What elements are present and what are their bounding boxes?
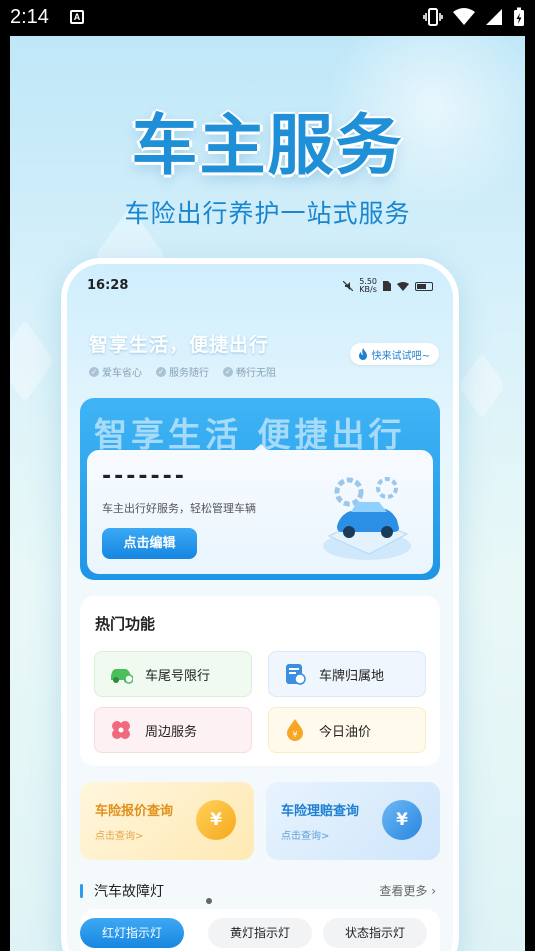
flame-icon [358,348,367,360]
car-illustration-icon [323,477,411,560]
insurance-quote-title: 车险报价查询 [95,804,174,819]
background-cube [10,319,55,403]
vehicle-banner: 智享生活 便捷出行 ------- 车主出行好服务，轻松管理车辆 点击编辑 [80,398,440,580]
function-nearby-services[interactable]: 周边服务 [94,707,252,753]
tab-red-lights[interactable]: 红灯指示灯 [80,918,184,948]
svg-text:¥: ¥ [292,730,297,739]
vehicle-card-desc: 车主出行好服务，轻松管理车辆 [102,502,256,515]
yen-coin-icon: ¥ [196,800,236,840]
background-cube [458,352,506,420]
oil-drop-icon: ¥ [283,718,307,742]
notification-a-icon: A [70,10,84,24]
chevron-right-icon: › [431,884,436,898]
tag-item: ✓ 服务随行 [156,364,209,379]
wifi-icon [453,8,475,25]
system-status-bar: 2:14 A [0,0,535,36]
phone-mockup: 16:28 5.50 KB/s 智享生活，便捷出行 快来试试吧~ ✓ 爱车省心 ✓ 服… [61,258,459,951]
tag-item: ✓ 畅行无阻 [223,364,276,379]
plate-icon [283,662,307,686]
header-slogan: 智享生活，便捷出行 [89,334,270,356]
fault-light-tabs: 红灯指示灯 黄灯指示灯 状态指示灯 [80,909,440,951]
insurance-claim-sub: 点击查询> [281,831,330,842]
network-speed: 5.50 KB/s [359,277,377,294]
check-icon: ✓ [223,366,233,377]
hero-title: 车主服务 [131,107,404,184]
function-label: 车尾号限行 [145,668,211,684]
inner-time: 16:28 [87,278,129,293]
car-icon [109,662,133,686]
pager-dot [206,898,212,904]
check-icon: ✓ [89,366,99,377]
signal-icon [486,9,502,25]
try-now-label: 快来试试吧~ [371,350,430,362]
function-plate-restriction[interactable]: 车尾号限行 [94,651,252,697]
banner-watermark: 智享生活 便捷出行 [94,415,406,454]
license-plate: ------- [102,464,187,489]
try-now-button[interactable]: 快来试试吧~ [349,343,439,365]
inner-status-bar: 16:28 5.50 KB/s [87,278,433,298]
fault-lights-header: 汽车故障灯 查看更多 › [80,876,440,906]
check-icon: ✓ [156,366,166,377]
promo-page: 车主服务 车险出行养护一站式服务 16:28 5.50 KB/s 智享生活，便捷出… [10,36,525,951]
tab-yellow-lights[interactable]: 黄灯指示灯 [208,918,312,948]
inner-wifi-icon [397,281,409,291]
section-accent-bar [80,884,83,898]
fault-lights-title: 汽车故障灯 [94,884,164,900]
system-time: 2:14 [10,6,49,28]
insurance-quote-card[interactable]: 车险报价查询 点击查询> ¥ [80,782,254,860]
edit-vehicle-button[interactable]: 点击编辑 [102,528,197,559]
insurance-quote-sub: 点击查询> [95,831,144,842]
tag-item: ✓ 爱车省心 [89,364,142,379]
vibrate-icon [423,8,443,26]
function-oil-price[interactable]: ¥ 今日油价 [268,707,426,753]
function-label: 周边服务 [145,724,198,740]
function-label: 今日油价 [319,724,372,740]
function-label: 车牌归属地 [319,668,385,684]
phone-screen: 16:28 5.50 KB/s 智享生活，便捷出行 快来试试吧~ ✓ 爱车省心 ✓ 服… [67,264,453,951]
sim-icon [383,281,391,291]
view-more-link[interactable]: 查看更多 › [379,882,436,899]
insurance-claim-title: 车险理赔查询 [281,804,360,819]
hero-subtitle: 车险出行养护一站式服务 [124,199,411,228]
system-indicators [423,7,525,27]
feature-tags: ✓ 爱车省心 ✓ 服务随行 ✓ 畅行无阻 [89,364,276,379]
hot-functions-title: 热门功能 [95,615,156,633]
inner-indicators: 5.50 KB/s [343,278,433,294]
mute-icon [343,281,354,291]
insurance-claim-card[interactable]: 车险理赔查询 点击查询> ¥ [266,782,440,860]
tab-status-lights[interactable]: 状态指示灯 [323,918,427,948]
hot-functions-panel: 热门功能 车尾号限行 车牌归属地 周边服务 ¥ 今日油价 [80,596,440,766]
inner-battery-icon [415,281,433,291]
function-plate-location[interactable]: 车牌归属地 [268,651,426,697]
flower-icon [109,718,133,742]
battery-charging-icon [514,7,524,26]
vehicle-card: ------- 车主出行好服务，轻松管理车辆 点击编辑 [87,450,433,574]
yen-coin-icon: ¥ [382,800,422,840]
